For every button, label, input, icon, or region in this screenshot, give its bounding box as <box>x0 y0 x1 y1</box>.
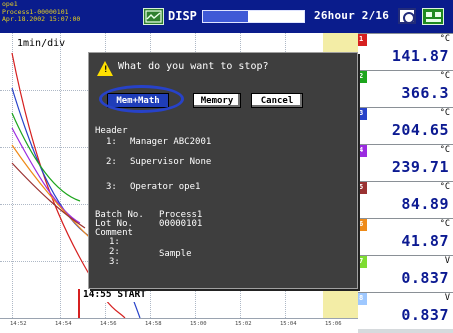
channel-1[interactable]: 1 °C 141.87 <box>358 33 453 70</box>
time-tick: 15:06 <box>325 321 342 327</box>
channel-7[interactable]: 7 V 0.837 <box>358 255 453 292</box>
channel-value: 366.3 <box>401 84 449 102</box>
header-line-number: 1: <box>106 137 117 147</box>
time-tick: 14:54 <box>55 321 72 327</box>
channel-value: 0.837 <box>401 269 449 287</box>
channel-value: 239.71 <box>391 158 449 176</box>
channel-unit: V <box>444 256 450 266</box>
memory-progress-bar <box>202 10 305 23</box>
header-line-text: Manager ABC2001 <box>130 137 212 147</box>
channel-number: 4 <box>359 146 364 154</box>
channel-number: 1 <box>359 35 364 43</box>
start-marker: 14:55 START <box>78 289 149 302</box>
header-line-text: Operator ope1 <box>130 182 201 192</box>
key-icon[interactable] <box>422 8 444 25</box>
channel-number: 3 <box>359 109 364 117</box>
channel-4[interactable]: 4 °C 239.71 <box>358 144 453 181</box>
start-marker-line <box>78 302 80 318</box>
channel-number: 8 <box>359 294 364 302</box>
time-tick: 15:04 <box>280 321 297 327</box>
channel-2[interactable]: 2 °C 366.3 <box>358 70 453 107</box>
camera-icon[interactable] <box>398 8 416 24</box>
header-line-text: Supervisor None <box>130 157 212 167</box>
time-scale-label: 1min/div <box>17 38 66 49</box>
channel-number: 7 <box>359 257 364 265</box>
time-tick: 14:56 <box>100 321 117 327</box>
status-header: ope1 Process1-00000101 Apr.18.2002 15:07… <box>0 0 453 33</box>
channel-unit: °C <box>439 182 450 192</box>
time-tick: 15:00 <box>190 321 207 327</box>
cancel-button[interactable]: Cancel <box>251 93 303 108</box>
display-icon <box>143 8 164 25</box>
header-section-label: Header <box>95 126 128 136</box>
channel-number: 5 <box>359 183 364 191</box>
lot-value: 00000101 <box>159 219 203 229</box>
mode-label: DISP <box>168 9 197 23</box>
memory-progress-fill <box>203 11 249 22</box>
channel-unit: °C <box>439 145 450 155</box>
focus-ring <box>99 85 184 113</box>
trace-purple <box>11 127 81 224</box>
header-line-number: 3: <box>106 182 117 192</box>
channel-3[interactable]: 3 °C 204.65 <box>358 107 453 144</box>
channel-number: 2 <box>359 72 364 80</box>
time-tick: 14:52 <box>10 321 27 327</box>
channel-value: 84.89 <box>401 195 449 213</box>
memory-button[interactable]: Memory <box>193 93 241 108</box>
comment-line-number: 2: <box>109 247 120 257</box>
channel-8[interactable]: 8 V 0.837 <box>358 292 453 329</box>
digital-value-panel: 1 °C 141.87 2 °C 366.3 3 °C 204.65 4 °C … <box>358 33 453 333</box>
channel-unit: V <box>444 293 450 303</box>
header-line-number: 2: <box>106 157 117 167</box>
channel-unit: °C <box>439 219 450 229</box>
trace-brown <box>11 162 86 229</box>
channel-value: 0.837 <box>401 306 449 324</box>
channel-unit: °C <box>439 108 450 118</box>
channel-6[interactable]: 6 °C 41.87 <box>358 218 453 255</box>
channel-unit: °C <box>439 71 450 81</box>
channel-5[interactable]: 5 °C 84.89 <box>358 181 453 218</box>
channel-value: 41.87 <box>401 232 449 250</box>
header-datetime: Apr.18.2002 15:07:00 <box>2 15 81 23</box>
time-span-label: 26hour 2/16 <box>314 9 390 22</box>
header-info: ope1 Process1-00000101 Apr.18.2002 15:07… <box>2 0 81 24</box>
comment-line-text: Sample <box>159 249 192 259</box>
time-axis <box>0 318 358 333</box>
time-tick: 14:58 <box>145 321 162 327</box>
channel-number: 6 <box>359 220 364 228</box>
channel-unit: °C <box>439 34 450 44</box>
channel-value: 141.87 <box>391 47 449 65</box>
warning-icon: ! <box>97 61 113 76</box>
comment-line-number: 1: <box>109 237 120 247</box>
time-tick: 15:02 <box>235 321 252 327</box>
channel-value: 204.65 <box>391 121 449 139</box>
comment-line-number: 3: <box>109 257 120 267</box>
dialog-question: What do you want to stop? <box>118 61 269 72</box>
